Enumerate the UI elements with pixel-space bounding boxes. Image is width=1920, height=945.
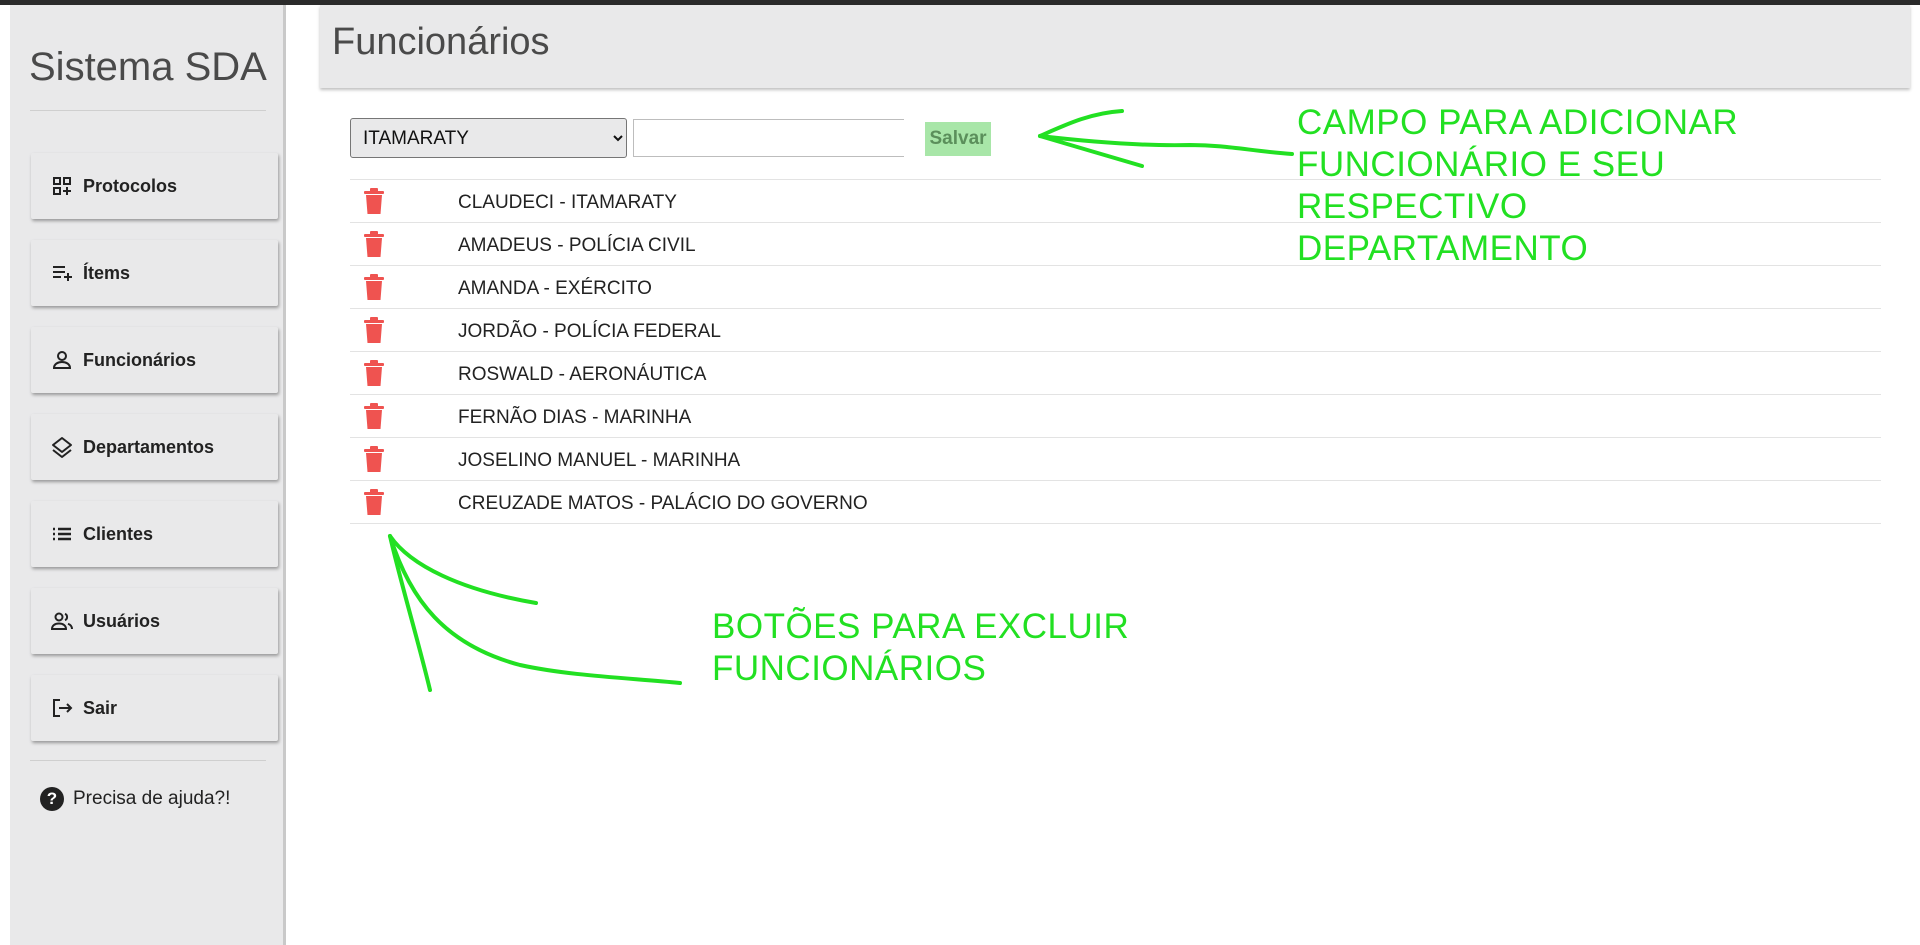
- annotation-line: BOTÕES PARA EXCLUIR: [712, 607, 1130, 646]
- annotation-line: DEPARTAMENTO: [1297, 229, 1589, 268]
- annotation-line: CAMPO PARA ADICIONAR: [1297, 103, 1739, 142]
- annotation-delete-buttons: BOTÕES PARA EXCLUIR FUNCIONÁRIOS: [712, 606, 1129, 690]
- arrow-to-delete-2: [388, 534, 682, 685]
- arrow-to-input: [1038, 134, 1294, 156]
- annotation-add-field: CAMPO PARA ADICIONAR FUNCIONÁRIO E SEU R…: [1297, 102, 1738, 270]
- annotation-line: FUNCIONÁRIOS: [712, 649, 987, 688]
- arrow-head-upper: [1038, 109, 1124, 138]
- arrow-to-delete-3: [388, 534, 432, 692]
- annotation-line: RESPECTIVO: [1297, 187, 1528, 226]
- annotation-line: FUNCIONÁRIO E SEU: [1297, 145, 1666, 184]
- arrow-to-delete-1: [388, 534, 538, 605]
